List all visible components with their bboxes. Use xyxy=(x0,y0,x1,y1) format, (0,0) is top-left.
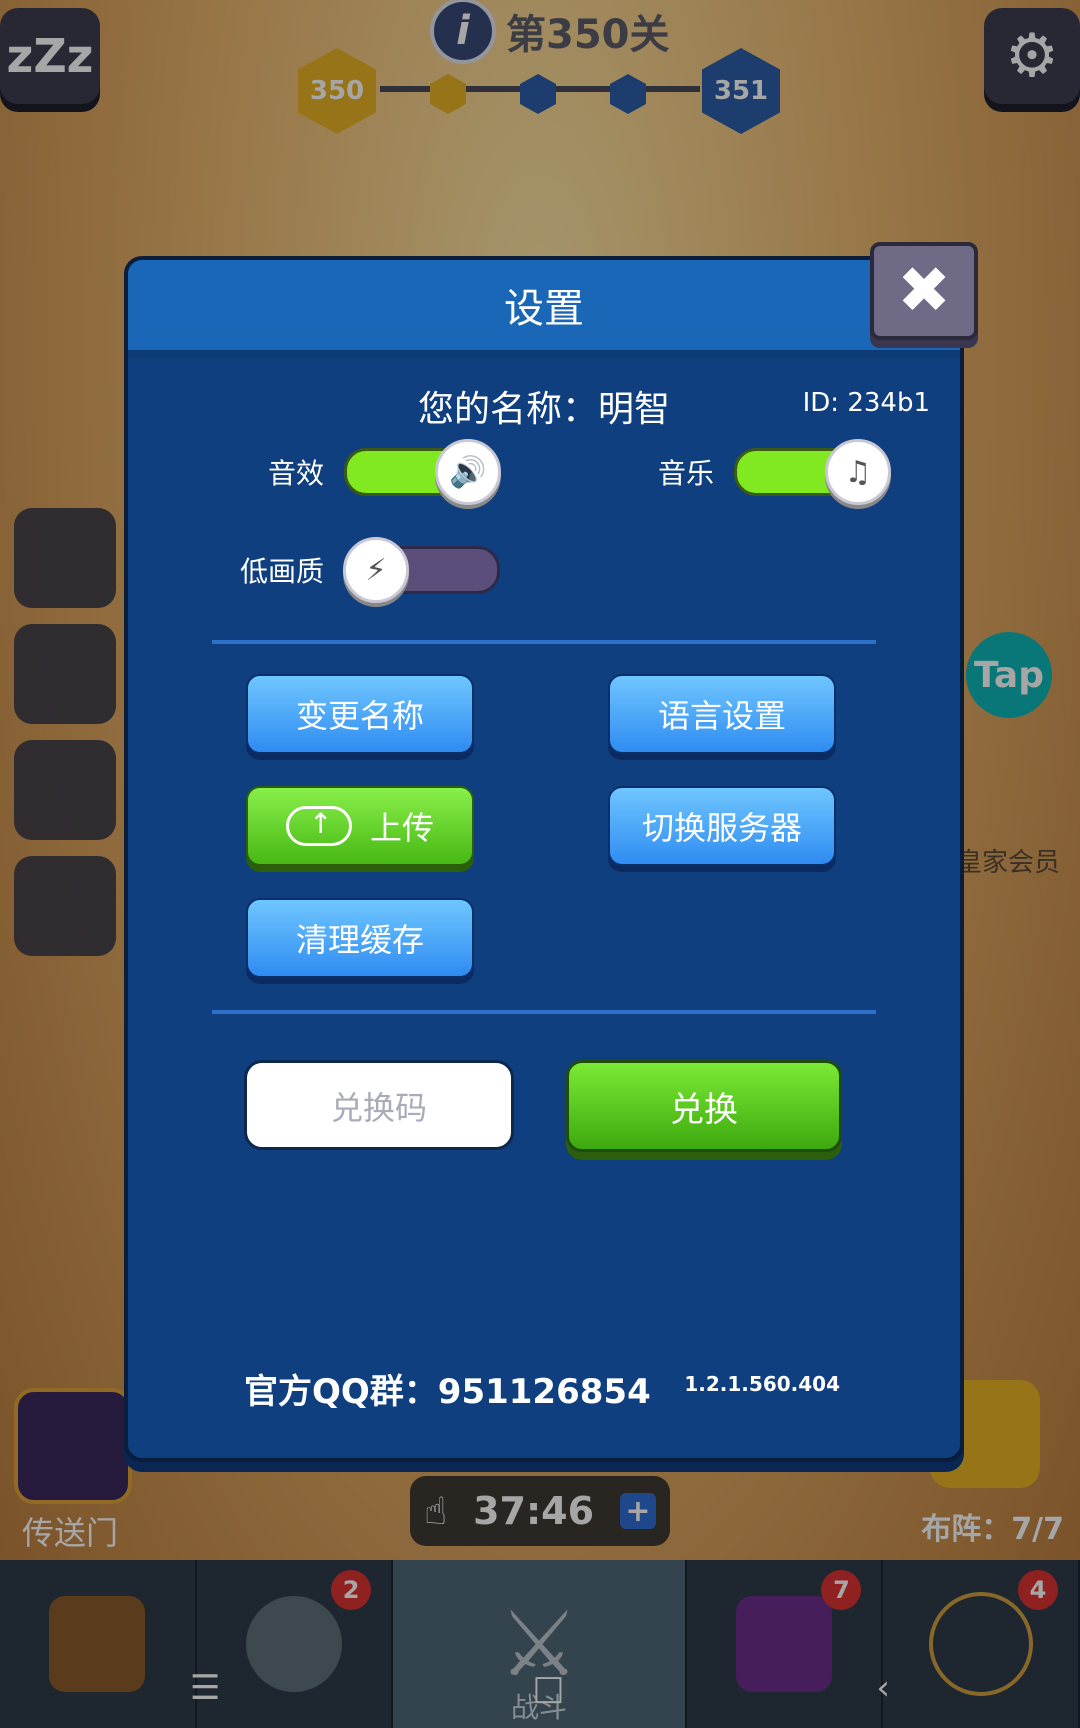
music-note-icon: ♫ xyxy=(825,439,892,505)
music-toggle-row: 音乐 ♫ xyxy=(658,439,892,505)
redeem-code-input[interactable]: 兑换码 xyxy=(244,1060,514,1150)
user-id: ID: 234b1 xyxy=(802,388,930,418)
qq-group-text: 官方QQ群：951126854 xyxy=(244,1372,651,1412)
switch-server-button[interactable]: 切换服务器 xyxy=(608,786,836,866)
change-name-button[interactable]: 变更名称 xyxy=(246,674,474,754)
version-text: 1.2.1.560.404 xyxy=(684,1372,840,1396)
close-icon: ✖ xyxy=(897,254,951,328)
speaker-icon: 🔊 xyxy=(435,439,502,505)
divider-bottom xyxy=(212,1010,876,1014)
language-settings-button[interactable]: 语言设置 xyxy=(608,674,836,754)
sound-toggle-row: 音效 🔊 xyxy=(268,439,502,505)
cloud-upload-icon xyxy=(285,806,352,846)
music-toggle[interactable]: ♫ xyxy=(734,439,892,505)
lightning-icon: ⚡ xyxy=(343,537,410,603)
dialog-title: 设置 xyxy=(504,286,584,332)
upload-button[interactable]: 上传 xyxy=(246,786,474,866)
sound-toggle[interactable]: 🔊 xyxy=(344,439,502,505)
low-quality-toggle[interactable]: ⚡ xyxy=(343,537,501,603)
divider-top xyxy=(212,640,876,644)
low-quality-toggle-row: 低画质 ⚡ xyxy=(240,537,501,603)
clear-cache-button[interactable]: 清理缓存 xyxy=(246,898,474,978)
music-label: 音乐 xyxy=(658,457,715,490)
settings-dialog: 设置 您的名称：明智 ID: 234b1 音效 🔊 音乐 ♫ 低画质 ⚡ 变更名… xyxy=(124,256,964,1462)
low-quality-label: 低画质 xyxy=(240,555,325,588)
sound-label: 音效 xyxy=(268,457,325,490)
close-button[interactable]: ✖ xyxy=(870,242,978,340)
dialog-header: 设置 xyxy=(128,260,960,358)
redeem-button[interactable]: 兑换 xyxy=(566,1060,842,1152)
